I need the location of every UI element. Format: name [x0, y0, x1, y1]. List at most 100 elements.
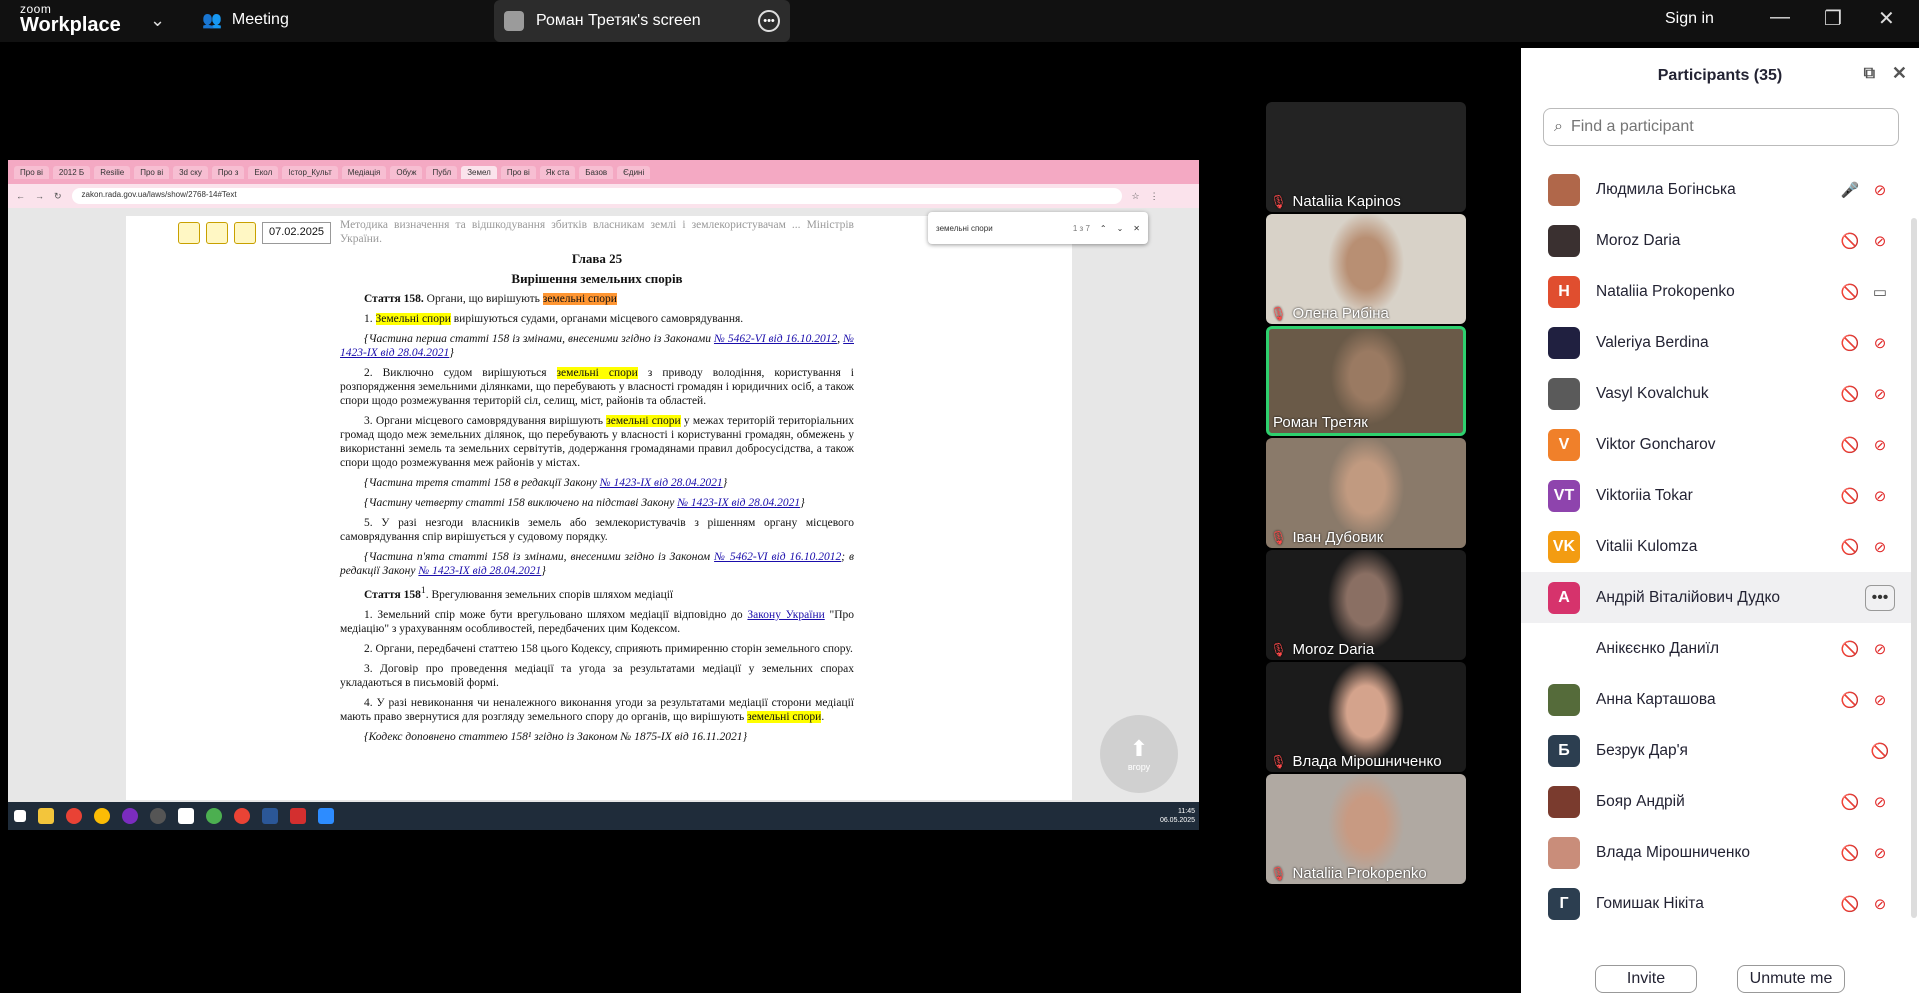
participant-scrollbar[interactable]	[1911, 218, 1917, 918]
qgis-icon[interactable]	[206, 808, 222, 824]
video-tile[interactable]: 🎙 Nataliia Kapinos	[1266, 102, 1466, 212]
participant-row[interactable]: Анікєєнко Даниїл 🚫 ⊘	[1521, 623, 1911, 674]
video-off-icon: ⊘	[1873, 232, 1887, 250]
browser-tab[interactable]: Про ві	[134, 165, 170, 179]
participant-row[interactable]: Moroz Daria 🚫 ⊘	[1521, 215, 1911, 266]
url-field[interactable]: zakon.rada.gov.ua/laws/show/2768-14#Text	[71, 188, 1122, 204]
video-tile[interactable]: 🎙 Nataliia Prokopenko	[1266, 774, 1466, 884]
viber-icon[interactable]	[122, 808, 138, 824]
unmute-me-button[interactable]: Unmute me	[1737, 965, 1845, 993]
participant-row[interactable]: VT Viktoriia Tokar 🚫 ⊘	[1521, 470, 1911, 521]
star-icon[interactable]: ☆	[1132, 191, 1140, 202]
chrome-icon[interactable]	[94, 808, 110, 824]
browser-tab[interactable]: Екол	[248, 165, 279, 179]
participant-row[interactable]: Б Безрук Дар'я 🚫	[1521, 725, 1911, 776]
browser-tab[interactable]: Resilie	[94, 165, 131, 179]
chrome-icon[interactable]	[66, 808, 82, 824]
participant-row[interactable]: H Nataliia Prokopenko 🚫 ▭	[1521, 266, 1911, 317]
law-link[interactable]: № 1423-IX від 28.04.2021	[418, 565, 541, 577]
more-options-button[interactable]: •••	[1865, 584, 1895, 611]
chrome-icon[interactable]	[234, 808, 250, 824]
browser-tab[interactable]: 3d ску	[173, 165, 208, 179]
participant-row[interactable]: Valeriya Berdina 🚫 ⊘	[1521, 317, 1911, 368]
restore-icon[interactable]: ❐	[1824, 6, 1842, 31]
participant-name: Влада Мірошниченко	[1596, 843, 1751, 861]
app-icon[interactable]	[150, 808, 166, 824]
find-close-icon[interactable]: ✕	[1133, 224, 1140, 233]
law-link[interactable]: № 5462-VI від 16.10.2012	[714, 333, 837, 345]
scroll-to-top-button[interactable]: ⬆ вгору	[1100, 715, 1178, 793]
video-tile[interactable]: 🎙 Іван Дубовик	[1266, 438, 1466, 548]
law-link[interactable]: Закону України	[747, 609, 824, 621]
browser-menu-icon[interactable]: ⋮	[1150, 191, 1159, 202]
close-panel-icon[interactable]: ✕	[1892, 63, 1907, 84]
zoom-taskbar-icon[interactable]	[318, 808, 334, 824]
close-window-icon[interactable]: ✕	[1878, 6, 1895, 31]
browser-tab[interactable]: Медіація	[341, 165, 387, 179]
participant-row[interactable]: V Viktor Goncharov 🚫 ⊘	[1521, 419, 1911, 470]
law-link[interactable]: № 1423-IX від 28.04.2021	[677, 497, 800, 509]
video-tile[interactable]: 🎙 Moroz Daria	[1266, 550, 1466, 660]
browser-address-bar: ← → ↻ zakon.rada.gov.ua/laws/show/2768-1…	[8, 184, 1199, 208]
video-tile[interactable]: 🎙 Олена Рибіна	[1266, 214, 1466, 324]
law-link[interactable]: № 1423-IX від 28.04.2021	[600, 477, 723, 489]
windows-start-icon[interactable]	[14, 810, 26, 822]
participant-row[interactable]: Г Гомишак Нікіта 🚫 ⊘	[1521, 878, 1911, 929]
browser-tab[interactable]: Як ста	[539, 165, 576, 179]
avatar: Б	[1548, 734, 1580, 767]
article-158-1-label: Стаття 158	[364, 588, 421, 601]
sign-in-link[interactable]: Sign in	[1665, 10, 1714, 28]
more-options-icon[interactable]: •••	[758, 10, 780, 32]
participant-name: Гомишак Нікіта	[1596, 894, 1704, 912]
browser-tab[interactable]: 2012 Б	[52, 165, 91, 179]
video-tile[interactable]: 🎙 Влада Мірошниченко	[1266, 662, 1466, 772]
acrobat-icon[interactable]	[290, 808, 306, 824]
find-next-icon[interactable]: ⌄	[1117, 224, 1124, 233]
browser-tab[interactable]: Єдині	[617, 165, 651, 179]
browser-tab[interactable]: Про ві	[500, 165, 536, 179]
avatar: VK	[1548, 530, 1580, 563]
history-icon[interactable]	[234, 222, 256, 244]
participant-row[interactable]: Vasyl Kovalchuk 🚫 ⊘	[1521, 368, 1911, 419]
video-tile[interactable]: Роман Третяк	[1266, 326, 1466, 436]
screen-share-pill[interactable]: Роман Третяк's screen •••	[494, 0, 790, 42]
edit-icon[interactable]	[206, 222, 228, 244]
browser-tab[interactable]: Про ві	[14, 165, 49, 179]
note-3-text: {Частина третя статті 158 в редакції Зак…	[364, 477, 600, 489]
participant-row[interactable]: Влада Мірошниченко 🚫 ⊘	[1521, 827, 1911, 878]
note-4-text: {Частину четверту статті 158 виключено н…	[364, 497, 678, 509]
browser-tab[interactable]: Земел	[461, 165, 497, 179]
browser-tab[interactable]: Обуж	[390, 165, 423, 179]
participant-search-input[interactable]	[1570, 118, 1888, 136]
word-icon[interactable]	[262, 808, 278, 824]
meeting-menu[interactable]: 👥 Meeting	[202, 10, 289, 30]
reload-icon[interactable]: ↻	[54, 191, 62, 202]
browser-tab[interactable]: Публ	[426, 165, 458, 179]
participant-row[interactable]: VK Vitalii Kulomza 🚫 ⊘	[1521, 521, 1911, 572]
file-explorer-icon[interactable]	[38, 808, 54, 824]
law-link[interactable]: № 5462-VI від 16.10.2012	[714, 551, 841, 563]
participant-status-icons: 🚫 ⊘	[1831, 538, 1911, 556]
browser-tab[interactable]: Істор_Культ	[282, 165, 338, 179]
lock-icon[interactable]	[178, 222, 200, 244]
participant-row[interactable]: Бояр Андрій 🚫 ⊘	[1521, 776, 1911, 827]
find-prev-icon[interactable]: ⌃	[1100, 224, 1107, 233]
invite-button[interactable]: Invite	[1595, 965, 1697, 993]
forward-icon[interactable]: →	[35, 191, 44, 201]
participant-name: Безрук Дар'я	[1596, 741, 1688, 759]
pop-out-icon[interactable]: ⧉	[1864, 65, 1875, 83]
participant-row[interactable]: A Андрій Віталійович Дудко •••	[1521, 572, 1911, 623]
participant-row[interactable]: Людмила Богінська 🎤 ⊘	[1521, 164, 1911, 215]
article-158-1-heading: Стаття 1581. Врегулювання земельних спор…	[340, 584, 854, 602]
chevron-down-icon[interactable]: ⌄	[150, 10, 165, 31]
participant-row[interactable]: Анна Карташова 🚫 ⊘	[1521, 674, 1911, 725]
p2-a: 2. Виключно судом вирішуються	[364, 367, 557, 379]
minimize-icon[interactable]: —	[1770, 6, 1790, 29]
note-3: {Частина третя статті 158 в редакції Зак…	[364, 477, 728, 489]
back-icon[interactable]: ←	[16, 191, 25, 201]
browser-tab[interactable]: Базов	[579, 165, 614, 179]
notepad-icon[interactable]	[178, 808, 194, 824]
browser-tab[interactable]: Про з	[211, 165, 245, 179]
date-select[interactable]: 07.02.2025	[262, 222, 332, 244]
find-input[interactable]: земельні спори	[936, 224, 993, 233]
